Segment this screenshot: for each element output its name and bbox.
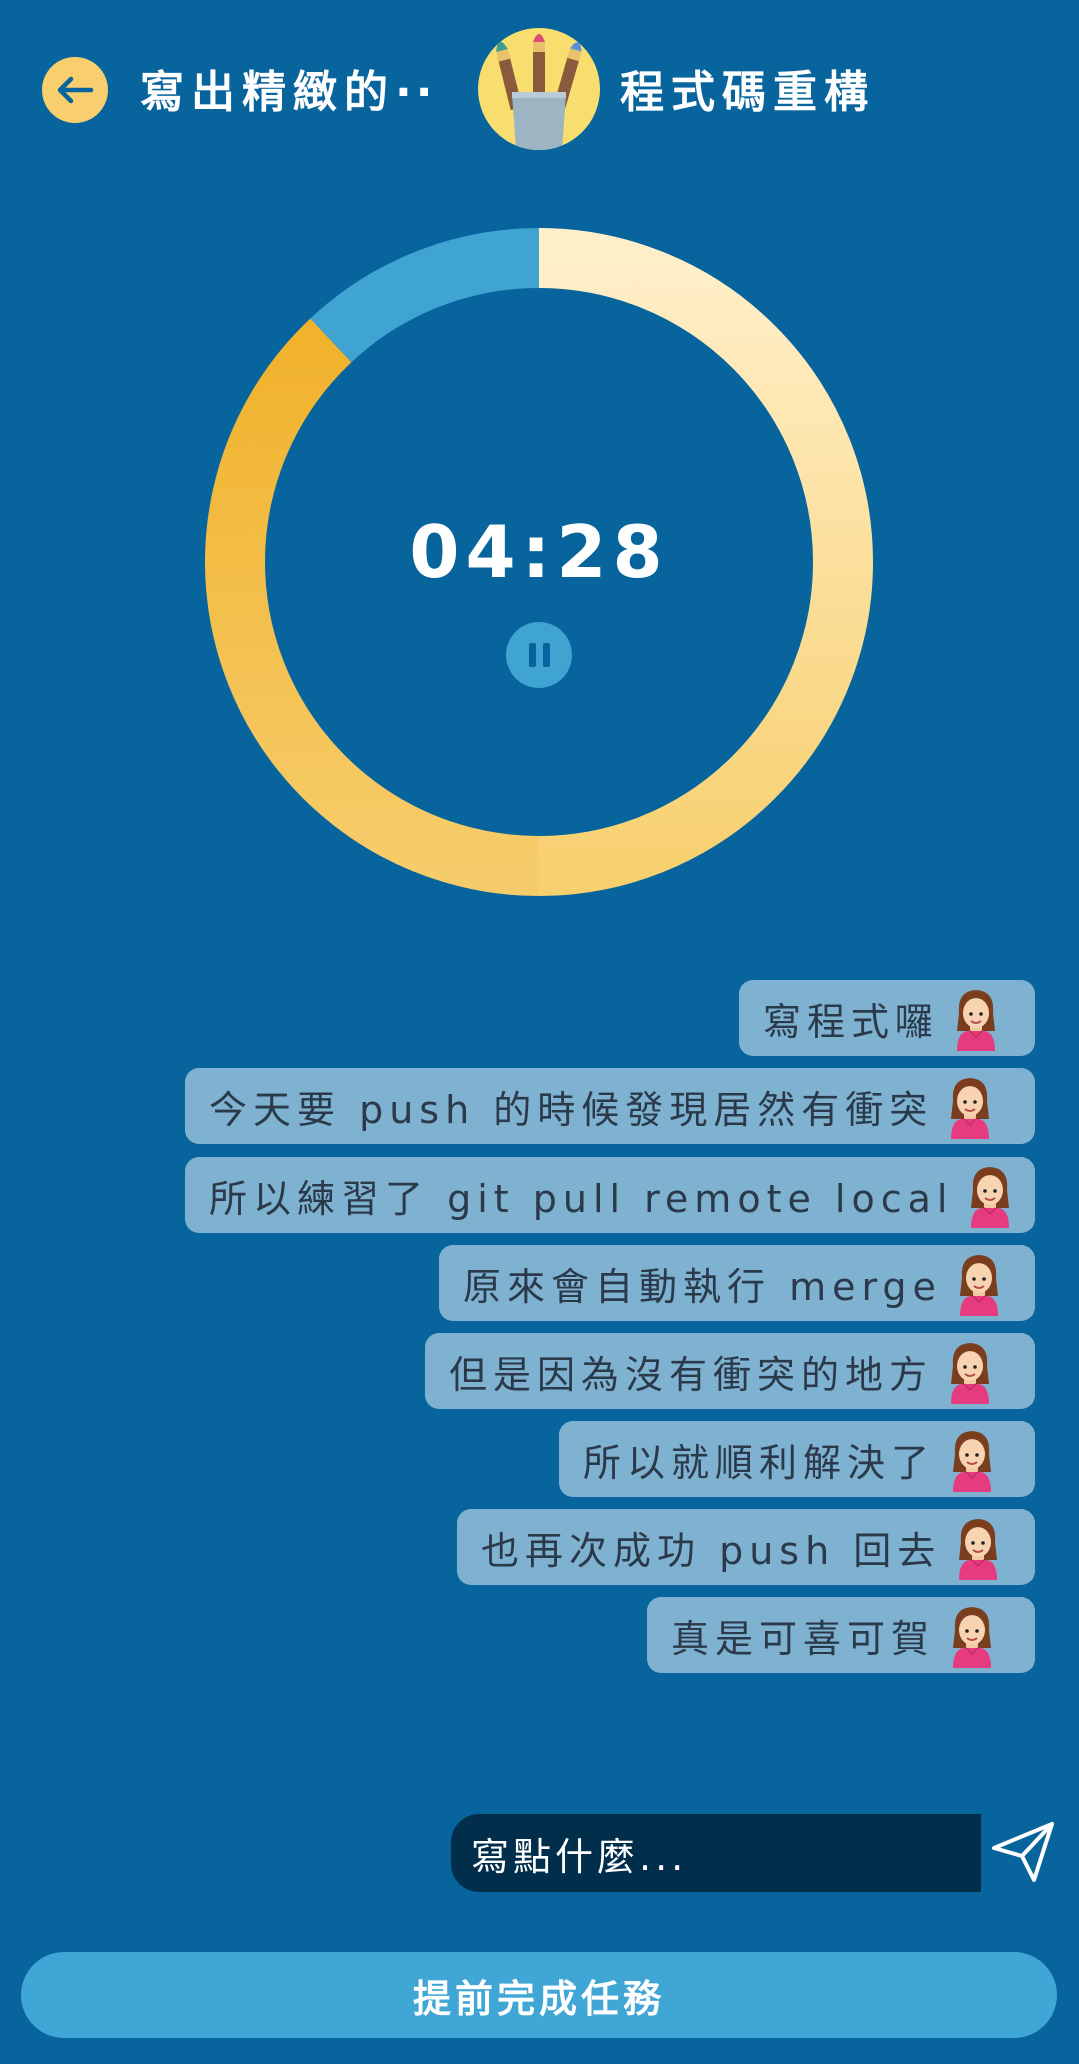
message-text: 寫程式囉 [763,999,940,1044]
message-bubble: 真是可喜可賀 [647,1597,1035,1673]
timer-elapsed-arc [310,228,540,363]
pause-button[interactable] [506,622,572,688]
girl-avatar-icon [953,1514,1003,1580]
girl-avatar-icon [947,1602,997,1668]
message-bubble: 今天要 push 的時候發現居然有衝突 [185,1068,1035,1144]
message-input[interactable]: 寫點什麼... [451,1814,981,1892]
pause-icon-bar [542,643,550,667]
timer-remaining-arc-left [205,318,540,896]
message-text: 所以就順利解決了 [583,1440,936,1485]
message-bubble: 所以練習了 git pull remote local [185,1157,1035,1233]
message-text: 真是可喜可賀 [671,1616,936,1661]
message-bubble: 寫程式囉 [739,980,1035,1056]
message-bubble: 所以就順利解決了 [559,1421,1035,1497]
timer: 04:28 [205,228,873,896]
girl-avatar-icon [947,1426,997,1492]
goal-title-text: 寫出精緻的 [140,67,395,118]
message-text: 但是因為沒有衝突的地方 [449,1352,934,1397]
girl-avatar-icon [954,1250,1004,1316]
message-text: 所以練習了 git pull remote local [209,1176,954,1221]
task-title: 程式碼重構 [620,67,875,118]
message-text: 也再次成功 push 回去 [481,1528,942,1573]
top-bar: 寫出精緻的·· 程式碼重構 [0,0,1079,180]
message-input-placeholder: 寫點什麼... [471,1834,688,1879]
title-ellipsis: ·· [395,67,437,118]
paintbrush-cup-icon [478,28,600,150]
send-button[interactable] [990,1818,1058,1886]
message-bubble: 也再次成功 push 回去 [457,1509,1035,1585]
girl-avatar-icon [965,1162,1015,1228]
finish-early-button[interactable]: 提前完成任務 [21,1952,1057,2038]
timer-countdown: 04:28 [409,510,669,594]
message-bubble: 但是因為沒有衝突的地方 [425,1333,1035,1409]
message-text: 原來會自動執行 merge [463,1264,942,1309]
finish-early-label: 提前完成任務 [412,1976,665,2021]
message-text: 今天要 push 的時候發現居然有衝突 [209,1087,934,1132]
girl-avatar-icon [945,1338,995,1404]
girl-avatar-icon [951,985,1001,1051]
arrow-left-icon [57,76,94,104]
goal-title: 寫出精緻的·· [140,56,436,120]
message-bubble: 原來會自動執行 merge [439,1245,1035,1321]
girl-avatar-icon [945,1073,995,1139]
pause-icon [528,643,536,667]
paper-plane-icon [992,1822,1054,1882]
back-button[interactable] [42,57,108,123]
